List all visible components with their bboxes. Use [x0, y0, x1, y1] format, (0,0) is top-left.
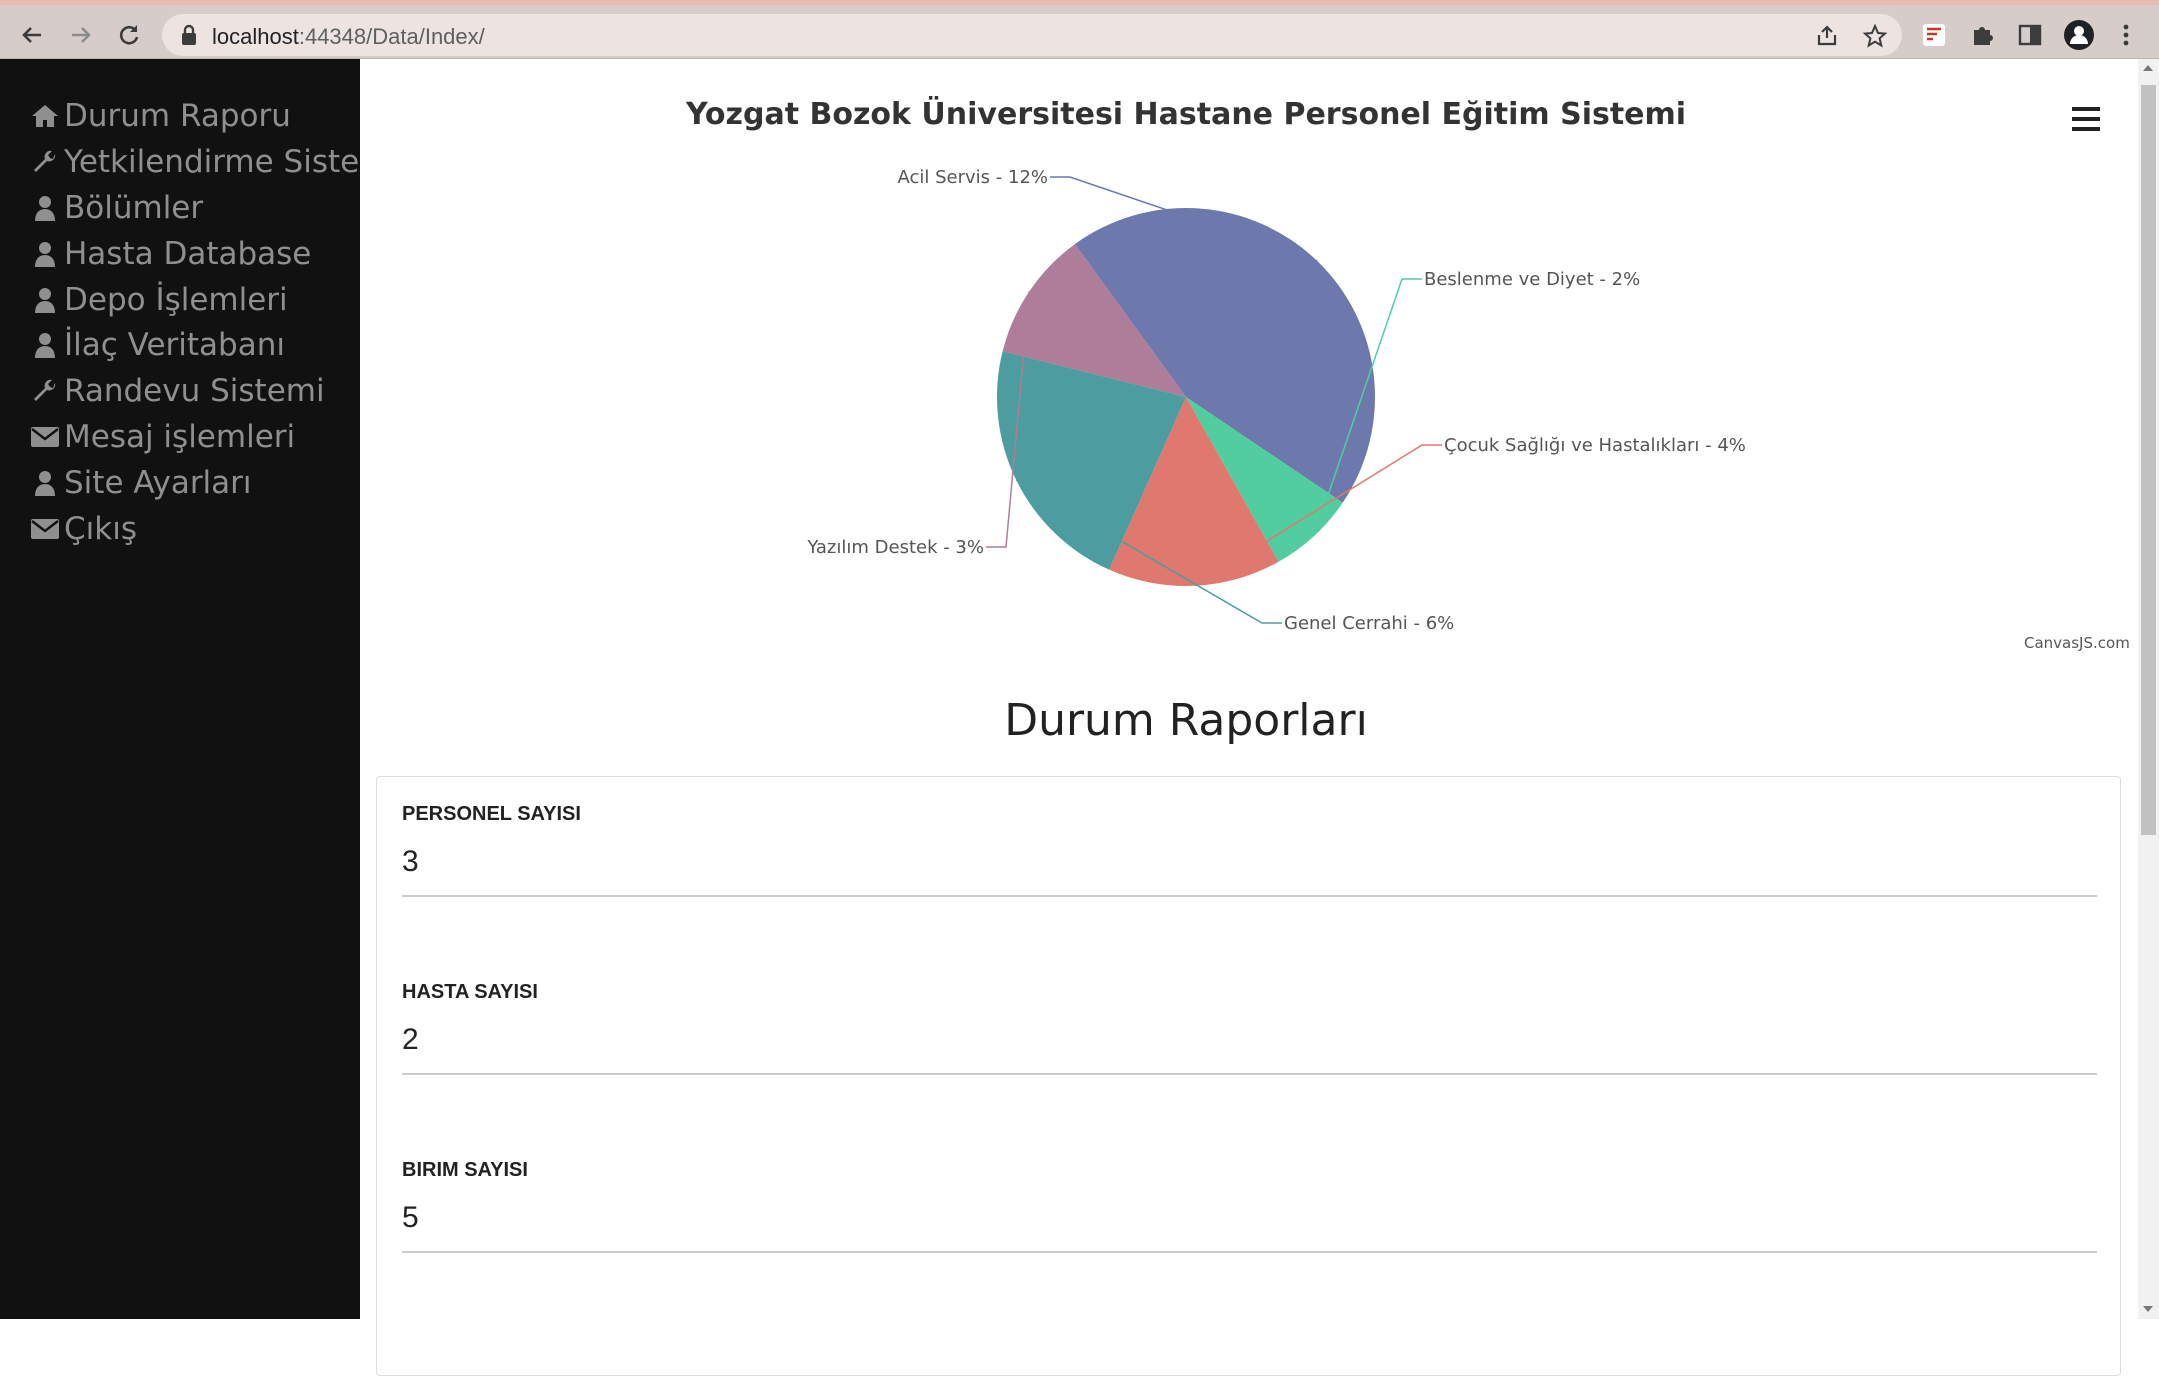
- sidebar-item-mesaj-i-lemleri[interactable]: Mesaj işlemleri: [28, 413, 295, 461]
- chart-credit[interactable]: CanvasJS.com: [2024, 634, 2130, 652]
- scroll-up-icon[interactable]: [2143, 65, 2153, 71]
- sidebar-item-hasta-database[interactable]: Hasta Database: [28, 230, 311, 278]
- profile-button[interactable]: [2063, 19, 2095, 51]
- share-icon[interactable]: [1814, 23, 1840, 49]
- wrench-icon: [28, 146, 62, 178]
- sidebar-item-i-la-veritaban[interactable]: İlaç Veritabanı: [28, 321, 285, 369]
- user-icon: [28, 238, 62, 270]
- stat-hasta: HASTA SAYISI 2: [402, 955, 2097, 1075]
- sidebar-item-label: Site Ayarları: [64, 465, 252, 501]
- avatar-icon: [2064, 20, 2094, 50]
- address-bar[interactable]: localhost:44348/Data/Index/: [162, 14, 1902, 56]
- side-panel-button[interactable]: [2014, 19, 2046, 51]
- more-vert-icon: [2123, 24, 2129, 46]
- pie-chart: Acil Servis - 12% Beslenme ve Diyet - 2% Ç…: [806, 167, 1746, 634]
- user-icon: [28, 192, 62, 224]
- stat-personel: PERSONEL SAYISI 3: [402, 777, 2097, 897]
- stat-label: BIRIM SAYISI: [402, 1159, 528, 1181]
- slice-label: Acil Servis - 12%: [898, 167, 1049, 188]
- slice-label: Yazılım Destek - 3%: [806, 537, 984, 558]
- sidebar: Durum Raporu Yetkilendirme Sistemi Bölümle…: [0, 59, 398, 1319]
- menu-button[interactable]: [2110, 19, 2142, 51]
- sidebar-item-k[interactable]: Çıkış: [28, 505, 137, 553]
- extensions-button[interactable]: [1966, 19, 1998, 51]
- page-scrollbar[interactable]: [2138, 59, 2159, 1319]
- sidebar-item-label: Randevu Sistemi: [64, 373, 325, 409]
- stat-label: HASTA SAYISI: [402, 981, 538, 1003]
- translate-extension-icon: [1923, 24, 1945, 46]
- stat-birim: BIRIM SAYISI 5: [402, 1133, 2097, 1253]
- stat-value: 2: [402, 1023, 419, 1056]
- sidebar-item-label: Depo İşlemleri: [64, 282, 288, 318]
- stat-label: PERSONEL SAYISI: [402, 803, 581, 825]
- envelope-icon: [28, 421, 62, 453]
- sidebar-item-label: Mesaj işlemleri: [64, 419, 296, 455]
- sidebar-item-label: Yetkilendirme Sistemi: [64, 144, 399, 180]
- stats-card: PERSONEL SAYISI 3 HASTA SAYISI 2 BIRIM S…: [376, 776, 2121, 1376]
- slice-label: Çocuk Sağlığı ve Hastalıkları - 4%: [1444, 435, 1746, 456]
- scroll-thumb[interactable]: [2141, 85, 2156, 835]
- stat-value: 3: [402, 845, 419, 878]
- sidebar-item-durum-raporu[interactable]: Durum Raporu: [28, 92, 291, 140]
- back-button[interactable]: [14, 17, 50, 53]
- sidebar-item-label: Çıkış: [64, 511, 137, 547]
- slice-label: Genel Cerrahi - 6%: [1284, 613, 1454, 634]
- forward-button[interactable]: [63, 17, 99, 53]
- sidebar-item-yetkilendirme-sistemi[interactable]: Yetkilendirme Sistemi: [28, 138, 398, 186]
- puzzle-icon: [1974, 27, 1993, 45]
- sidebar-item-depo-i-lemleri[interactable]: Depo İşlemleri: [28, 276, 288, 324]
- sidebar-item-label: Bölümler: [64, 190, 204, 226]
- reload-icon: [119, 25, 139, 45]
- sidebar-item-site-ayarlar[interactable]: Site Ayarları: [28, 459, 252, 507]
- side-panel-icon: [2018, 24, 2042, 46]
- scroll-down-icon[interactable]: [2143, 1306, 2153, 1312]
- sidebar-item-label: Durum Raporu: [64, 98, 291, 134]
- arrow-right-icon: [72, 27, 91, 43]
- main-content: Yozgat Bozok Üniversitesi Hastane Person…: [360, 59, 2138, 1376]
- sidebar-item-label: İlaç Veritabanı: [64, 327, 285, 363]
- sidebar-item-label: Hasta Database: [64, 236, 312, 272]
- arrow-left-icon: [22, 27, 41, 43]
- slice-label: Beslenme ve Diyet - 2%: [1424, 269, 1640, 290]
- lock-icon: [182, 24, 196, 45]
- user-icon: [28, 284, 62, 316]
- section-title: Durum Raporları: [1004, 695, 1368, 746]
- sidebar-item-b-l-mler[interactable]: Bölümler: [28, 184, 203, 232]
- home-icon: [28, 100, 62, 132]
- star-icon[interactable]: [1862, 23, 1888, 49]
- wrench-icon: [28, 375, 62, 407]
- url-text: localhost:44348/Data/Index/: [212, 24, 485, 49]
- envelope-icon: [28, 513, 62, 545]
- user-icon: [28, 467, 62, 499]
- sidebar-item-randevu-sistemi[interactable]: Randevu Sistemi: [28, 367, 325, 415]
- stat-value: 5: [402, 1201, 419, 1234]
- user-icon: [28, 329, 62, 361]
- extension-icon[interactable]: [1918, 19, 1950, 51]
- reload-button[interactable]: [111, 17, 147, 53]
- browser-toolbar: localhost:44348/Data/Index/: [0, 0, 2159, 59]
